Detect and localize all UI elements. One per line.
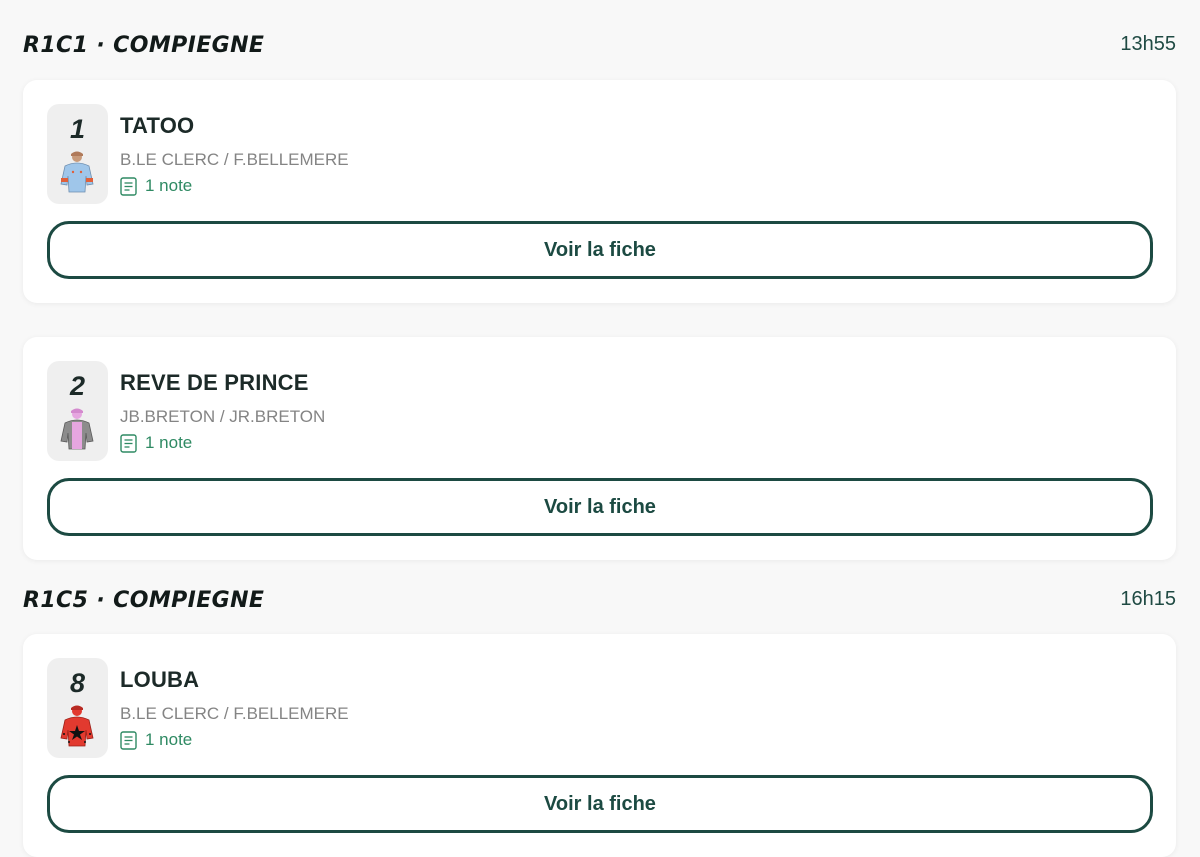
race-time: 16h15 — [1120, 588, 1176, 610]
runner-badge: 8 — [47, 658, 108, 758]
race-header: R1C1 · COMPIEGNE 13h55 — [23, 33, 1176, 67]
race-title: R1C1 · COMPIEGNE — [23, 33, 265, 58]
voir-fiche-button[interactable]: Voir la fiche — [47, 775, 1153, 833]
runner-card: 8 LOUBA B.LE CLERC / F.BELLEMERE 1 note … — [23, 634, 1176, 857]
runner-card: 1 TATOO B.LE CLERC / F.BELLEMERE 1 note … — [23, 80, 1176, 303]
race-header: R1C5 · COMPIEGNE 16h15 — [23, 588, 1176, 622]
voir-fiche-button[interactable]: Voir la fiche — [47, 221, 1153, 279]
voir-fiche-button[interactable]: Voir la fiche — [47, 478, 1153, 536]
jockey-trainer: JB.BRETON / JR.BRETON — [120, 407, 326, 426]
notes-count: 1 note — [145, 730, 193, 749]
note-icon — [120, 433, 137, 453]
race-time: 13h55 — [1120, 33, 1176, 55]
jockey-silk-icon — [60, 705, 94, 747]
horse-name: TATOO — [120, 113, 195, 138]
notes-link[interactable]: 1 note — [120, 176, 192, 196]
runner-badge: 1 — [47, 104, 108, 204]
note-icon — [120, 176, 137, 196]
notes-count: 1 note — [145, 433, 193, 452]
runner-number: 1 — [69, 114, 86, 144]
jockey-silk-icon — [60, 151, 94, 193]
horse-name: LOUBA — [120, 667, 200, 692]
notes-count: 1 note — [145, 176, 193, 195]
runner-number: 8 — [69, 668, 86, 698]
jockey-trainer: B.LE CLERC / F.BELLEMERE — [120, 150, 349, 169]
runner-card: 2 REVE DE PRINCE JB.BRETON / JR.BRETON 1… — [23, 337, 1176, 560]
runner-number: 2 — [69, 371, 86, 401]
runner-badge: 2 — [47, 361, 108, 461]
horse-name: REVE DE PRINCE — [120, 370, 309, 395]
jockey-silk-icon — [60, 408, 94, 450]
jockey-trainer: B.LE CLERC / F.BELLEMERE — [120, 704, 349, 723]
race-title: R1C5 · COMPIEGNE — [23, 588, 265, 613]
note-icon — [120, 730, 137, 750]
notes-link[interactable]: 1 note — [120, 433, 192, 453]
notes-link[interactable]: 1 note — [120, 730, 192, 750]
